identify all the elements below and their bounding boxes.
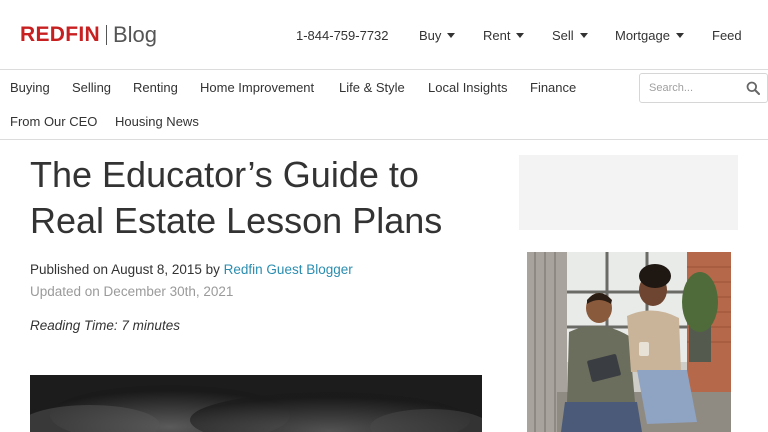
- chevron-down-icon: [675, 32, 684, 38]
- category-home-improvement[interactable]: Home Improvement: [200, 80, 314, 95]
- logo-divider: [105, 25, 107, 45]
- category-from-our-ceo[interactable]: From Our CEO: [10, 114, 97, 129]
- category-buying[interactable]: Buying: [10, 80, 50, 95]
- reading-time: Reading Time: 7 minutes: [30, 318, 180, 333]
- nav-buy-label: Buy: [419, 27, 442, 43]
- chevron-down-icon: [579, 32, 588, 38]
- nav-feed-label: Feed: [712, 27, 742, 43]
- search-box: [639, 73, 768, 103]
- article-byline: Published on August 8, 2015 by Redfin Gu…: [30, 262, 353, 277]
- logo-section: Blog: [112, 22, 158, 47]
- category-housing-news[interactable]: Housing News: [115, 114, 199, 129]
- phone-number: 1-844-759-7732: [296, 27, 389, 43]
- article-title: The Educator’s Guide to Real Estate Less…: [30, 154, 443, 241]
- phone-link[interactable]: 1-844-759-7732: [296, 25, 389, 45]
- couple-photo-art: [527, 252, 731, 432]
- author-link[interactable]: Redfin Guest Blogger: [224, 262, 353, 277]
- nav-rent-label: Rent: [483, 27, 511, 43]
- nav-mortgage[interactable]: Mortgage: [615, 25, 684, 45]
- published-date: Published on August 8, 2015 by: [30, 262, 224, 277]
- nav-mortgage-label: Mortgage: [615, 27, 670, 43]
- search-input[interactable]: [649, 82, 745, 94]
- category-finance[interactable]: Finance: [530, 80, 576, 95]
- site-header: REDFIN Blog 1-844-759-7732 Buy Rent Sell…: [0, 0, 768, 70]
- redfin-blog-logo[interactable]: REDFIN Blog: [20, 22, 157, 48]
- chevron-down-icon: [447, 32, 456, 38]
- category-renting[interactable]: Renting: [133, 80, 178, 95]
- nav-sell-label: Sell: [552, 27, 574, 43]
- nav-feed[interactable]: Feed: [712, 25, 742, 45]
- article-hero-image: [30, 375, 482, 432]
- chevron-down-icon: [516, 32, 525, 38]
- logo-brand: REDFIN: [20, 23, 100, 46]
- sidebar-couple-photo[interactable]: [527, 252, 731, 432]
- nav-buy[interactable]: Buy: [419, 25, 456, 45]
- updated-date: Updated on December 30th, 2021: [30, 284, 234, 299]
- category-local-insights[interactable]: Local Insights: [428, 80, 508, 95]
- search-icon[interactable]: [746, 81, 760, 95]
- category-selling[interactable]: Selling: [72, 80, 111, 95]
- category-life-style[interactable]: Life & Style: [339, 80, 405, 95]
- sidebar-ad-placeholder: [519, 155, 738, 230]
- hero-image-art: [30, 375, 482, 432]
- nav-sell[interactable]: Sell: [552, 25, 588, 45]
- nav-rent[interactable]: Rent: [483, 25, 525, 45]
